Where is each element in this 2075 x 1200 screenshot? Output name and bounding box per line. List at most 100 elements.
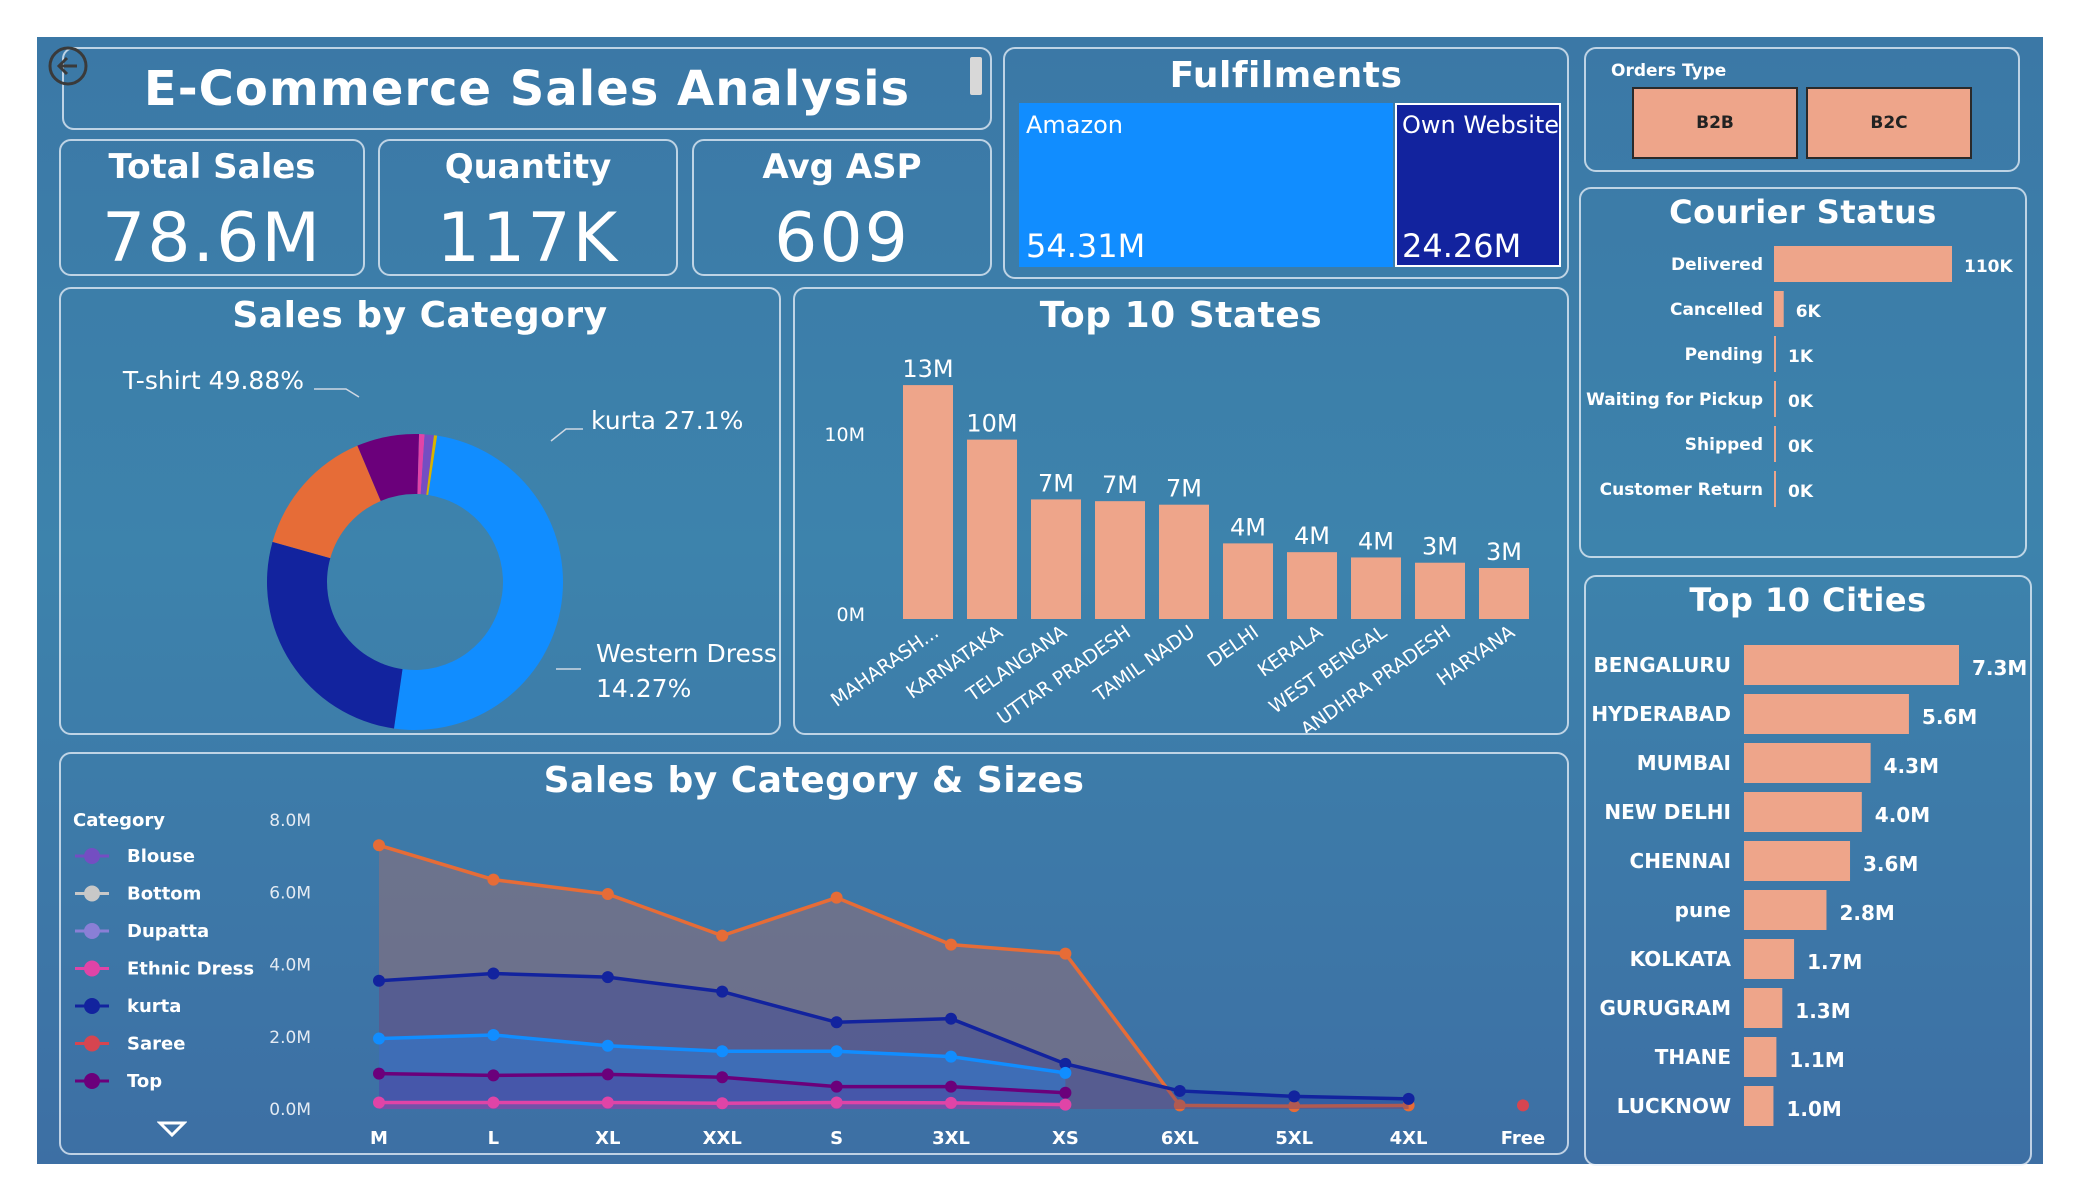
top-states-chart: 10M0M13MMAHARASH...10MKARNATAKA7MTELANGA…	[824, 355, 1529, 733]
city-bar	[1744, 743, 1871, 783]
bar-value-label: 3M	[1422, 533, 1458, 561]
treemap-value: 54.31M	[1026, 227, 1146, 265]
bar-value-label: 0K	[1788, 437, 1814, 457]
state-bar	[1287, 552, 1337, 619]
x-tick-label: M	[370, 1128, 388, 1149]
card-title: Fulfilments	[1169, 55, 1403, 96]
bar-value-label: 7M	[1102, 471, 1138, 499]
data-point	[830, 1045, 843, 1058]
page-title: E-Commerce Sales Analysis	[143, 61, 911, 117]
legend-label: Bottom	[127, 884, 201, 905]
legend-marker	[84, 960, 100, 977]
status-bar	[1774, 381, 1776, 417]
bar-value-label: 7M	[1038, 469, 1074, 497]
treemap-label: Own Website	[1402, 111, 1560, 139]
legend-label: Blouse	[127, 846, 195, 867]
bar-value-label: 4.0M	[1875, 803, 1930, 827]
status-bar	[1774, 291, 1784, 327]
sales-by-category-card: Sales by Category T-shirt 49.88% kurta 27…	[59, 287, 781, 735]
data-point	[945, 938, 957, 951]
bar-value-label: 7.3M	[1972, 656, 2027, 680]
city-bar	[1744, 1086, 1774, 1126]
x-tick-label: XXL	[703, 1128, 742, 1149]
category-label: Waiting for Pickup	[1586, 390, 1763, 410]
data-point	[601, 971, 614, 984]
label-leader	[314, 388, 360, 398]
category-label: Delivered	[1671, 255, 1763, 275]
legend-label: Top	[127, 1071, 162, 1092]
data-point	[945, 1050, 957, 1063]
donut-slice	[267, 541, 403, 729]
data-point	[1059, 947, 1072, 960]
treemap-label: Amazon	[1026, 111, 1123, 139]
data-point	[601, 888, 614, 901]
y-tick-label: 0M	[837, 604, 865, 626]
scrollbar-handle[interactable]	[970, 57, 982, 95]
label-leader	[550, 428, 583, 442]
bar-value-label: 13M	[902, 355, 953, 383]
category-size-area-chart: Category Blouse Bottom Dupatta Ethnic Dress k…	[73, 810, 1545, 1149]
treemap-own-website[interactable]: Own Website 24.26M	[1395, 103, 1561, 267]
donut-label: T-shirt 49.88%	[122, 366, 304, 395]
b2b-button[interactable]: B2B	[1632, 87, 1798, 159]
city-bar	[1744, 694, 1909, 734]
kpi-label: Avg ASP	[762, 147, 922, 187]
top-cities-card: Top 10 Cities BENGALURU 7.3M HYDERABAD 5.6M…	[1584, 575, 2032, 1166]
donut-slice	[272, 445, 381, 559]
bar-value-label: 4M	[1358, 527, 1394, 555]
kpi-value: 117K	[436, 199, 620, 278]
legend-marker	[84, 848, 100, 864]
treemap-amazon[interactable]: Amazon 54.31M	[1019, 103, 1393, 267]
data-point	[945, 1096, 957, 1109]
data-point	[601, 1039, 614, 1052]
y-tick-label: 10M	[824, 424, 865, 446]
x-tick-label: XL	[595, 1128, 620, 1149]
chevron-down-icon[interactable]	[156, 1120, 188, 1142]
data-point	[373, 839, 385, 852]
bar-value-label: 110K	[1964, 257, 2013, 277]
state-bar	[1223, 543, 1273, 619]
kpi-avg-asp: Avg ASP 609	[692, 139, 992, 278]
category-label: Cancelled	[1670, 300, 1763, 320]
y-tick-label: 0.0M	[269, 1100, 311, 1120]
data-point	[1402, 1092, 1415, 1105]
courier-status-chart: Delivered 110K Cancelled 6K Pending 1K Waiting…	[1586, 246, 2013, 507]
legend-marker	[84, 998, 100, 1014]
card-title: Courier Status	[1669, 193, 1937, 231]
data-point	[716, 1045, 729, 1058]
data-point	[1059, 1098, 1072, 1111]
b2c-button[interactable]: B2C	[1806, 87, 1972, 159]
category-label: Pending	[1685, 345, 1763, 365]
legend-label: Dupatta	[127, 921, 209, 942]
status-bar	[1774, 426, 1776, 462]
bar-value-label: 6K	[1796, 302, 1822, 322]
data-point	[830, 891, 843, 904]
dashboard-canvas: E-Commerce Sales Analysis Total Sales 78…	[37, 37, 2043, 1166]
state-bar	[1031, 499, 1081, 619]
legend-label: kurta	[127, 996, 181, 1017]
x-tick-label: MAHARASH...	[827, 621, 943, 711]
bar-value-label: 0K	[1788, 482, 1814, 502]
category-label: GURUGRAM	[1600, 996, 1732, 1020]
state-bar	[903, 385, 953, 619]
donut-label: Western Dress 14.27%	[596, 639, 777, 703]
status-bar	[1774, 471, 1776, 507]
back-arrow-icon[interactable]	[47, 45, 89, 87]
category-label: Customer Return	[1600, 480, 1763, 500]
fulfilments-card: Fulfilments Amazon 54.31M Own Website 24…	[1003, 47, 1569, 279]
bar-value-label: 1K	[1788, 347, 1814, 367]
bar-value-label: 0K	[1788, 392, 1814, 412]
data-point	[487, 1028, 500, 1041]
data-point	[716, 1097, 729, 1110]
kpi-quantity: Quantity 117K	[378, 139, 678, 278]
data-point	[716, 985, 729, 998]
legend-title: Category	[73, 810, 165, 831]
legend-label: Saree	[127, 1034, 185, 1055]
y-tick-label: 6.0M	[269, 883, 311, 903]
bar-value-label: 1.0M	[1786, 1097, 1841, 1121]
data-point	[830, 1080, 843, 1093]
city-bar	[1744, 645, 1959, 685]
data-point	[487, 1096, 500, 1109]
bar-value-label: 5.6M	[1922, 705, 1977, 729]
data-point	[601, 1096, 614, 1109]
